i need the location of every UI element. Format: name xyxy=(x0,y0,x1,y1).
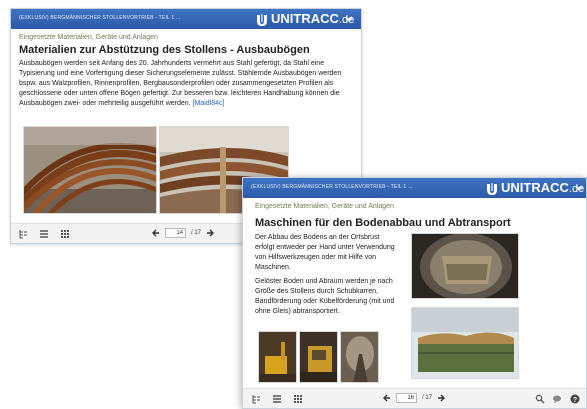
page-number-input[interactable] xyxy=(396,393,417,403)
grid-icon[interactable] xyxy=(293,394,303,404)
brand-name: UNITRACC.de xyxy=(501,180,585,196)
photo-soil-container xyxy=(411,307,519,379)
photo-steel-arches xyxy=(23,126,157,214)
photo-thumb-excavator xyxy=(258,331,297,383)
next-arrow-icon[interactable] xyxy=(437,394,446,402)
course-title: (EXKLUSIV) BERGMÄNNISCHER STOLLENVORTRIE… xyxy=(251,184,413,190)
slide-window-maschinen: (EXKLUSIV) BERGMÄNNISCHER STOLLENVORTRIE… xyxy=(242,177,587,409)
search-icon[interactable] xyxy=(535,394,545,404)
page-total: / 17 xyxy=(422,395,433,401)
photo-thumb-machine-image xyxy=(300,332,337,382)
photo-tunnel-bucket-image xyxy=(412,234,518,298)
body-text: Ausbaubögen werden seit Anfang des 20. J… xyxy=(19,59,357,109)
svg-text:?: ? xyxy=(573,397,577,404)
page-title: Materialien zur Abstützung des Stollens … xyxy=(19,44,310,56)
page-number-input[interactable] xyxy=(165,228,186,238)
chevron-down-icon[interactable] xyxy=(574,183,584,193)
help-icon[interactable]: ? xyxy=(570,394,580,404)
page-title: Maschinen für den Bodenabbau und Abtrans… xyxy=(255,217,511,229)
chevron-down-icon[interactable] xyxy=(344,14,354,24)
list-icon[interactable] xyxy=(272,394,282,404)
body-paragraph: Ausbaubögen werden seit Anfang des 20. J… xyxy=(19,60,342,107)
next-arrow-icon[interactable] xyxy=(206,229,215,237)
list-icon[interactable] xyxy=(39,229,49,239)
brand-logo[interactable]: UNITRACC.de xyxy=(255,12,354,27)
photo-thumb-tunnel-image xyxy=(341,332,378,382)
unitracc-logo-icon xyxy=(487,182,497,195)
photo-soil-container-image xyxy=(412,308,518,378)
body-paragraph-2: Gelöster Boden und Abraum werden je nach… xyxy=(255,278,395,315)
bottom-toolbar: / 17 ? xyxy=(243,388,586,408)
unitracc-logo-icon xyxy=(257,13,267,26)
photo-thumb-tunnel xyxy=(340,331,379,383)
brand-name: UNITRACC.de xyxy=(271,11,355,27)
breadcrumb: Eingesetzte Materialien, Geräte und Anla… xyxy=(19,34,158,41)
body-paragraph-1: Der Abbau des Bodens an der Ortsbrust er… xyxy=(255,234,395,271)
photo-steel-arches-image xyxy=(24,127,156,213)
outline-icon[interactable] xyxy=(251,394,261,404)
comment-icon[interactable] xyxy=(552,394,562,404)
prev-arrow-icon[interactable] xyxy=(152,229,160,237)
grid-icon[interactable] xyxy=(60,229,70,239)
photo-thumb-machine xyxy=(299,331,338,383)
photo-tunnel-bucket xyxy=(411,233,519,299)
page-total: / 17 xyxy=(191,230,202,236)
header-bar: (EXKLUSIV) BERGMÄNNISCHER STOLLENVORTRIE… xyxy=(243,178,586,198)
prev-arrow-icon[interactable] xyxy=(383,394,391,402)
photo-thumb-excavator-image xyxy=(259,332,296,382)
citation-link[interactable]: [Maidl84c] xyxy=(193,100,225,107)
pager: / 17 xyxy=(152,228,215,238)
breadcrumb: Eingesetzte Materialien, Geräte und Anla… xyxy=(255,203,394,210)
course-title: (EXKLUSIV) BERGMÄNNISCHER STOLLENVORTRIE… xyxy=(19,15,181,21)
body-text: Der Abbau des Bodens an der Ortsbrust er… xyxy=(255,233,400,321)
outline-icon[interactable] xyxy=(18,229,28,239)
header-bar: (EXKLUSIV) BERGMÄNNISCHER STOLLENVORTRIE… xyxy=(11,9,361,29)
brand-logo[interactable]: UNITRACC.de xyxy=(485,181,584,196)
pager: / 17 xyxy=(383,393,446,403)
